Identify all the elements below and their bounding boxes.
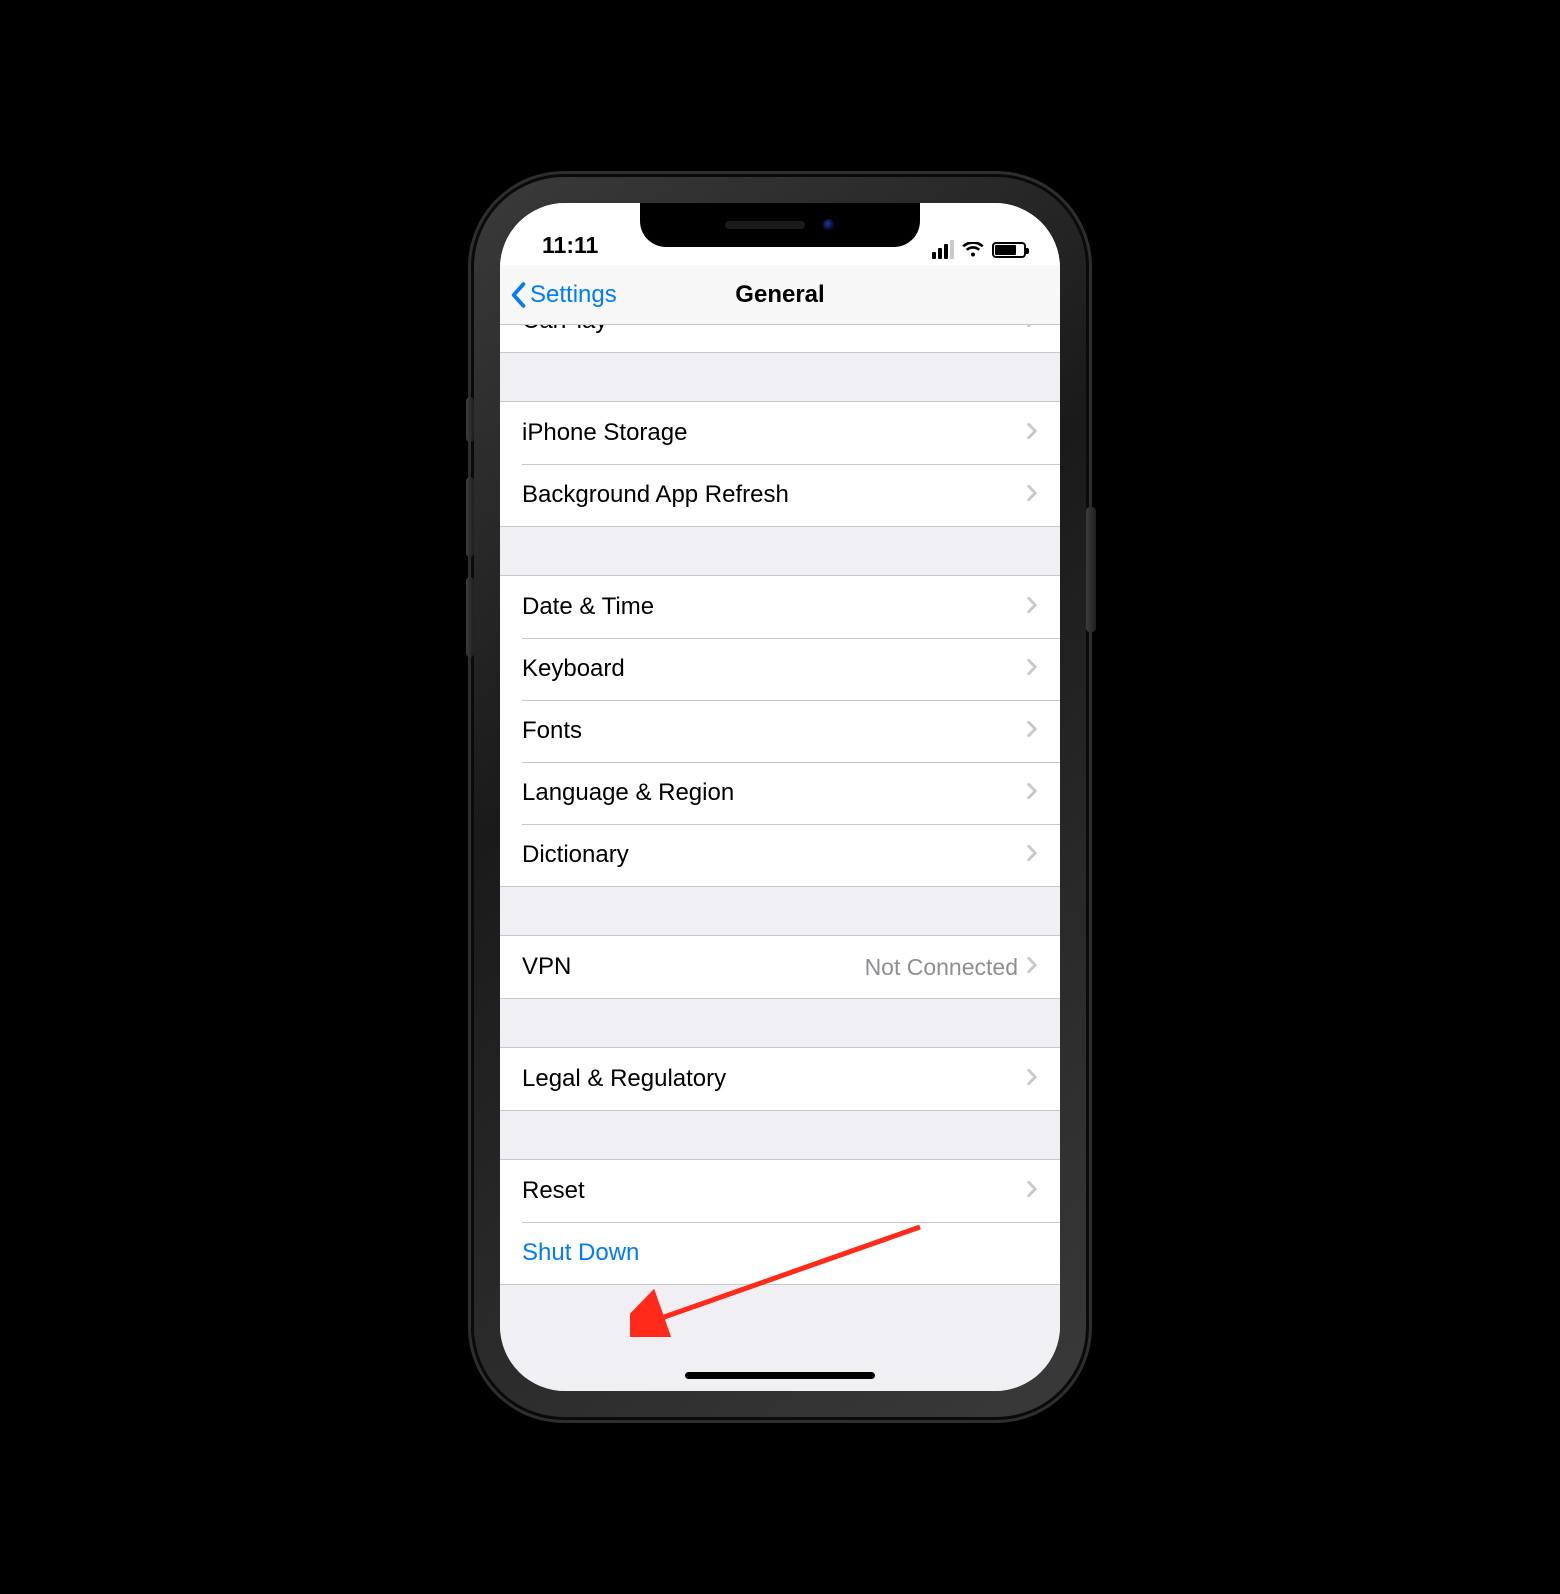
row-shut-down[interactable]: Shut Down <box>500 1222 1060 1284</box>
home-indicator[interactable] <box>685 1372 875 1379</box>
row-dictionary[interactable]: Dictionary <box>500 824 1060 886</box>
row-label: CarPlay <box>522 325 1026 335</box>
row-legal-regulatory[interactable]: Legal & Regulatory <box>500 1048 1060 1110</box>
volume-down-button <box>466 577 474 657</box>
chevron-right-icon <box>1026 655 1038 683</box>
chevron-right-icon <box>1026 1177 1038 1205</box>
chevron-left-icon <box>510 282 526 308</box>
row-label: Legal & Regulatory <box>522 1065 1026 1093</box>
nav-bar: Settings General <box>500 265 1060 325</box>
page-title: General <box>735 281 824 309</box>
screen: 11:11 <box>500 203 1060 1391</box>
chevron-right-icon <box>1026 953 1038 981</box>
row-label: Shut Down <box>522 1239 1038 1267</box>
side-button <box>1086 507 1096 632</box>
status-time: 11:11 <box>542 232 598 259</box>
settings-list[interactable]: CarPlay iPhone Storage Background App Re… <box>500 325 1060 1391</box>
wifi-icon <box>962 242 984 258</box>
front-camera <box>823 219 835 231</box>
row-background-app-refresh[interactable]: Background App Refresh <box>500 464 1060 526</box>
row-vpn[interactable]: VPN Not Connected <box>500 936 1060 998</box>
cellular-signal-icon <box>932 240 954 259</box>
row-label: iPhone Storage <box>522 419 1026 447</box>
iphone-frame: 11:11 <box>474 177 1086 1417</box>
row-label: VPN <box>522 953 865 981</box>
battery-icon <box>992 242 1026 258</box>
back-label: Settings <box>530 281 617 309</box>
chevron-right-icon <box>1026 593 1038 621</box>
row-detail: Not Connected <box>865 954 1018 981</box>
earpiece-speaker <box>725 221 805 229</box>
chevron-right-icon <box>1026 841 1038 869</box>
row-label: Keyboard <box>522 655 1026 683</box>
row-fonts[interactable]: Fonts <box>500 700 1060 762</box>
row-iphone-storage[interactable]: iPhone Storage <box>500 402 1060 464</box>
row-label: Date & Time <box>522 593 1026 621</box>
row-label: Dictionary <box>522 841 1026 869</box>
row-keyboard[interactable]: Keyboard <box>500 638 1060 700</box>
row-label: Reset <box>522 1177 1026 1205</box>
chevron-right-icon <box>1026 1065 1038 1093</box>
row-date-time[interactable]: Date & Time <box>500 576 1060 638</box>
silence-switch <box>466 397 474 442</box>
row-label: Fonts <box>522 717 1026 745</box>
row-label: Background App Refresh <box>522 481 1026 509</box>
chevron-right-icon <box>1026 481 1038 509</box>
chevron-right-icon <box>1026 717 1038 745</box>
chevron-right-icon <box>1026 325 1038 335</box>
chevron-right-icon <box>1026 419 1038 447</box>
row-label: Language & Region <box>522 779 1026 807</box>
chevron-right-icon <box>1026 779 1038 807</box>
notch <box>640 203 920 247</box>
row-reset[interactable]: Reset <box>500 1160 1060 1222</box>
row-carplay[interactable]: CarPlay <box>500 325 1060 352</box>
row-language-region[interactable]: Language & Region <box>500 762 1060 824</box>
back-button[interactable]: Settings <box>510 265 617 324</box>
volume-up-button <box>466 477 474 557</box>
